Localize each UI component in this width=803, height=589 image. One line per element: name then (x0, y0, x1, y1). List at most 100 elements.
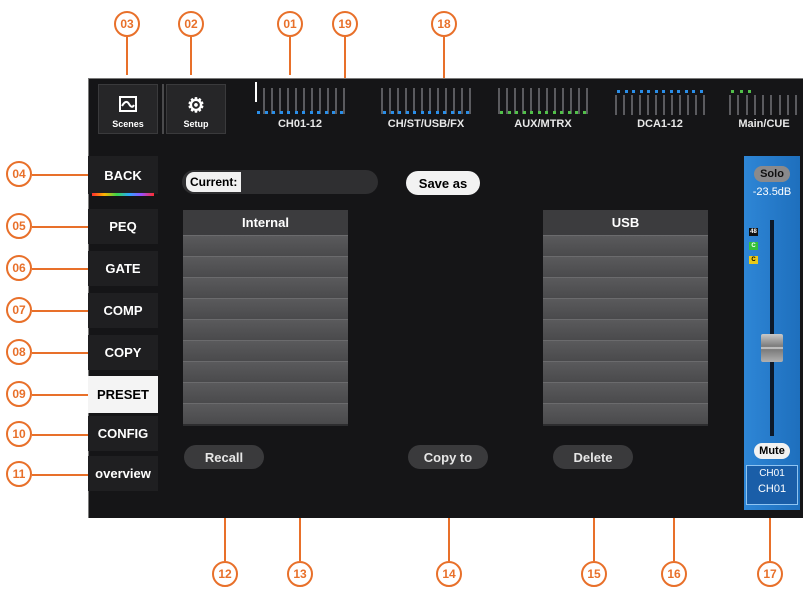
list-item[interactable] (183, 382, 348, 403)
channel-name: CH01 (759, 468, 785, 479)
leader-03 (126, 37, 128, 75)
callout-04: 04 (6, 161, 32, 187)
list-item[interactable] (183, 361, 348, 382)
sidebar-item-comp[interactable]: COMP (88, 293, 158, 328)
channel-id: CH01 (757, 483, 787, 495)
callout-15: 15 (581, 561, 607, 587)
leader-10 (32, 434, 88, 436)
sidebar-item-label: COPY (104, 345, 142, 360)
meter-label: AUX/MTRX (514, 118, 572, 130)
fader-knob[interactable] (761, 334, 783, 362)
list-item[interactable] (543, 235, 708, 256)
leader-01 (289, 37, 291, 75)
meter-ch01-12[interactable]: CH01-12 (255, 82, 345, 132)
leader-17 (769, 516, 771, 561)
meter-bars (615, 95, 705, 115)
meter-aux-mtrx[interactable]: AUX/MTRX (498, 86, 588, 132)
callout-01: 01 (277, 11, 303, 37)
list-item[interactable] (543, 382, 708, 403)
gears-icon: ⚙ (187, 95, 205, 117)
delete-button[interactable]: Delete (553, 445, 633, 469)
sidebar-item-label: PEQ (109, 219, 137, 234)
meter-level-dots (617, 90, 703, 93)
list-item[interactable] (183, 340, 348, 361)
callout-07: 07 (6, 297, 32, 323)
sidebar-item-label: COMP (103, 303, 143, 318)
channel-name-box[interactable]: CH01 CH01 (746, 465, 798, 505)
callout-19: 19 (332, 11, 358, 37)
list-item[interactable] (183, 277, 348, 298)
meter-ch-st-usb-fx[interactable]: CH/ST/USB/FX (381, 86, 471, 132)
leader-06 (32, 268, 88, 270)
sidebar-item-gate[interactable]: GATE (88, 251, 158, 286)
sidebar-item-label: overview (95, 466, 151, 481)
sidebar-item-overview[interactable]: overview (88, 456, 158, 491)
meter-main-cue[interactable]: Main/CUE (729, 86, 797, 132)
sidebar-item-label: PRESET (96, 387, 149, 402)
meter-label: CH01-12 (277, 118, 323, 130)
callout-17: 17 (757, 561, 783, 587)
copy-to-button[interactable]: Copy to (408, 445, 488, 469)
solo-button[interactable]: Solo (754, 166, 790, 182)
list-item[interactable] (183, 256, 348, 277)
leader-02 (190, 37, 192, 75)
strip-meter-mark: C (749, 242, 758, 250)
mute-button[interactable]: Mute (754, 443, 790, 459)
list-item[interactable] (543, 319, 708, 340)
callout-08: 08 (6, 339, 32, 365)
internal-preset-list[interactable]: Internal (183, 210, 348, 426)
sidebar-item-preset[interactable]: PRESET (88, 376, 158, 413)
callout-14: 14 (436, 561, 462, 587)
list-item[interactable] (183, 403, 348, 424)
list-item[interactable] (543, 403, 708, 424)
scenes-button[interactable]: Scenes (98, 84, 158, 134)
setup-button[interactable]: ⚙ Setup (166, 84, 226, 134)
callout-13: 13 (287, 561, 313, 587)
sidebar-item-label: GATE (105, 261, 141, 276)
list-item[interactable] (183, 235, 348, 256)
meter-level-dots (500, 111, 586, 114)
list-item[interactable] (543, 361, 708, 382)
sidebar-item-config[interactable]: CONFIG (88, 416, 158, 451)
setup-label: Setup (183, 119, 209, 129)
recall-button[interactable]: Recall (184, 445, 264, 469)
sidebar-item-label: CONFIG (97, 426, 149, 441)
callout-06: 06 (6, 255, 32, 281)
list-item[interactable] (543, 298, 708, 319)
meter-level-dots (383, 111, 469, 114)
fader-track (770, 220, 774, 436)
usb-preset-list[interactable]: USB (543, 210, 708, 426)
scenes-icon (119, 95, 137, 117)
leader-09 (32, 394, 88, 396)
strip-meter-mark: 48 (749, 228, 758, 236)
save-as-button[interactable]: Save as (406, 171, 480, 195)
callout-03: 03 (114, 11, 140, 37)
leader-11 (32, 474, 88, 476)
meter-bars (729, 95, 797, 115)
strip-meter-mark: C (749, 256, 758, 264)
list-item[interactable] (543, 277, 708, 298)
meter-dca1-12[interactable]: DCA1-12 (615, 86, 705, 132)
callout-16: 16 (661, 561, 687, 587)
callout-18: 18 (431, 11, 457, 37)
current-preset-field[interactable]: Current: (182, 170, 378, 194)
list-item[interactable] (183, 298, 348, 319)
current-label: Current: (186, 172, 242, 192)
sidebar-item-peq[interactable]: PEQ (88, 209, 158, 244)
meter-label: Main/CUE (738, 118, 790, 130)
leader-04 (32, 174, 88, 176)
leader-08 (32, 352, 88, 354)
callout-02: 02 (178, 11, 204, 37)
list-item[interactable] (183, 319, 348, 340)
sidebar-item-copy[interactable]: COPY (88, 335, 158, 370)
list-item[interactable] (543, 256, 708, 277)
callout-05: 05 (6, 213, 32, 239)
leader-07 (32, 310, 88, 312)
internal-list-header: Internal (183, 210, 348, 235)
list-item[interactable] (543, 340, 708, 361)
channel-strip: Solo -23.5dB 48 C C Mute CH01 CH01 (744, 156, 800, 510)
topbar-divider (162, 84, 164, 134)
sidebar-item-back[interactable]: BACK (88, 156, 158, 194)
level-readout: -23.5dB (752, 186, 792, 198)
callout-11: 11 (6, 461, 32, 487)
